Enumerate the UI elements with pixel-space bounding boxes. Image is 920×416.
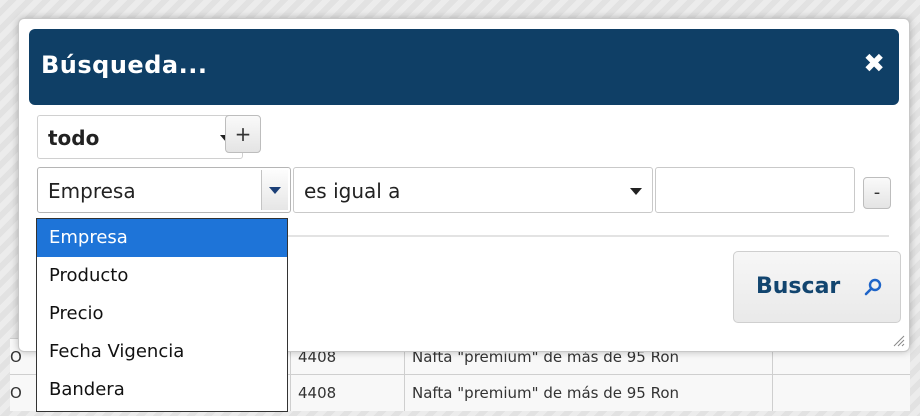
dialog-title: Búsqueda... xyxy=(41,51,208,79)
dropdown-option[interactable]: Empresa xyxy=(37,219,287,257)
remove-condition-button[interactable]: - xyxy=(863,177,891,209)
magnifier-icon xyxy=(864,278,882,296)
chevron-down-icon xyxy=(630,188,642,195)
table-cell: 4408 xyxy=(290,375,405,411)
field-dropdown-list: Empresa Producto Precio Fecha Vigencia B… xyxy=(36,218,288,412)
close-icon[interactable]: ✖ xyxy=(863,49,885,79)
search-button[interactable]: Buscar xyxy=(733,251,901,323)
chevron-down-icon xyxy=(269,187,281,194)
table-cell: Nafta "premium" de más de 95 Ron xyxy=(404,375,773,411)
operator-select-value: es igual a xyxy=(304,179,401,203)
value-input[interactable] xyxy=(655,167,855,213)
operator-select[interactable]: es igual a xyxy=(293,167,653,213)
dropdown-option[interactable]: Bandera xyxy=(37,371,287,409)
dialog-titlebar[interactable]: Búsqueda... ✖ xyxy=(29,29,899,105)
scope-select-value: todo xyxy=(48,126,100,150)
add-condition-button[interactable]: + xyxy=(225,115,261,153)
resize-handle-icon[interactable] xyxy=(891,333,905,347)
field-select-value: Empresa xyxy=(48,179,136,203)
dropdown-option[interactable]: Producto xyxy=(37,257,287,295)
field-select[interactable]: Empresa xyxy=(37,167,291,213)
search-button-label: Buscar xyxy=(756,274,841,299)
scope-select[interactable]: todo xyxy=(37,115,243,159)
field-select-toggle[interactable] xyxy=(261,170,288,210)
dropdown-option[interactable]: Fecha Vigencia xyxy=(37,333,287,371)
dropdown-option[interactable]: Precio xyxy=(37,295,287,333)
